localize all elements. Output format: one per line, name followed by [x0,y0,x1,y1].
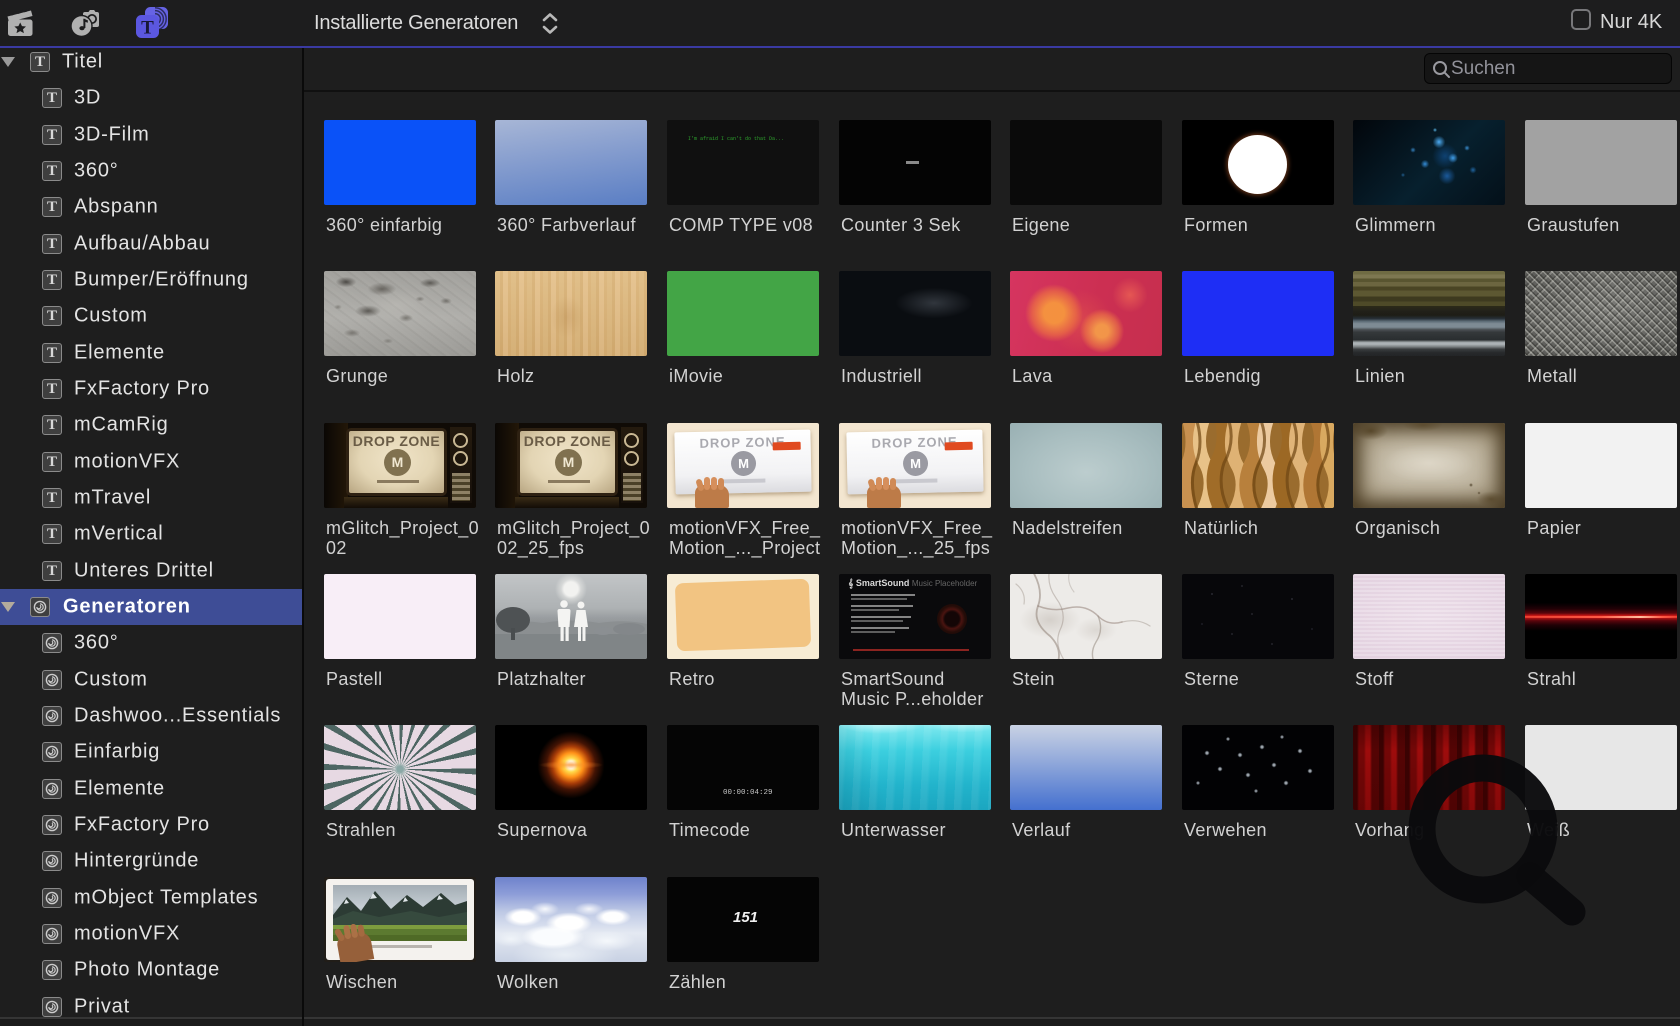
svg-text:T: T [141,18,154,39]
